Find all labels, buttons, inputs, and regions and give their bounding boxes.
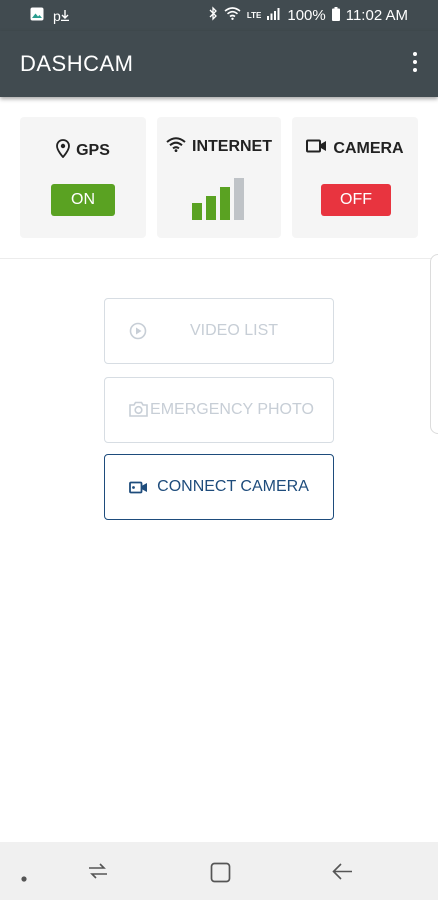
app-bar: DASHCAM bbox=[0, 31, 438, 97]
gps-label: GPS bbox=[76, 142, 110, 159]
home-icon[interactable] bbox=[210, 862, 231, 888]
section-divider bbox=[0, 258, 438, 259]
status-bar: p LTE 100% 11:02 AM bbox=[0, 0, 438, 31]
clock: 11:02 AM bbox=[345, 7, 408, 24]
connect-camera-label: CONNECT CAMERA bbox=[157, 478, 309, 495]
gallery-icon bbox=[30, 7, 44, 25]
camera-label: CAMERA bbox=[333, 139, 404, 157]
p-notification-icon: p bbox=[53, 8, 69, 24]
video-list-button[interactable]: VIDEO LIST bbox=[104, 298, 334, 364]
emergency-photo-button[interactable]: EMERGENCY PHOTO bbox=[104, 377, 334, 443]
recent-apps-icon[interactable] bbox=[87, 862, 109, 885]
signal-icon bbox=[267, 7, 281, 24]
signal-bar bbox=[220, 187, 230, 220]
more-vert-icon[interactable] bbox=[410, 52, 420, 76]
internet-status-card: INTERNET bbox=[157, 117, 281, 238]
gps-status-card: GPS ON bbox=[20, 117, 146, 238]
location-pin-icon bbox=[56, 139, 70, 163]
camera-status-card: CAMERA OFF bbox=[292, 117, 418, 238]
gps-state-badge: ON bbox=[51, 184, 115, 216]
signal-bar bbox=[234, 178, 244, 220]
internet-header: INTERNET bbox=[157, 137, 281, 157]
emergency-photo-label: EMERGENCY PHOTO bbox=[150, 401, 314, 418]
connect-camera-button[interactable]: CONNECT CAMERA bbox=[104, 454, 334, 520]
back-icon[interactable] bbox=[332, 862, 353, 886]
battery-icon bbox=[331, 6, 340, 25]
signal-bar bbox=[206, 196, 216, 220]
internet-label: INTERNET bbox=[192, 138, 272, 155]
signal-bar bbox=[192, 203, 202, 220]
camera-header: CAMERA bbox=[292, 139, 418, 158]
dot-icon[interactable] bbox=[21, 869, 27, 887]
battery-percent: 100% bbox=[287, 7, 326, 24]
app-title: DASHCAM bbox=[20, 51, 134, 76]
bluetooth-icon bbox=[209, 6, 218, 25]
wifi-icon bbox=[224, 7, 241, 24]
video-list-label: VIDEO LIST bbox=[189, 322, 279, 339]
camera-state-badge: OFF bbox=[321, 184, 391, 216]
side-drawer-handle[interactable] bbox=[430, 254, 438, 434]
lte-icon: LTE bbox=[246, 10, 262, 20]
system-nav-bar bbox=[0, 842, 438, 900]
video-camera-icon bbox=[306, 139, 327, 158]
wifi-icon bbox=[166, 137, 186, 157]
signal-strength-bars bbox=[192, 178, 244, 220]
gps-header: GPS bbox=[20, 139, 146, 163]
